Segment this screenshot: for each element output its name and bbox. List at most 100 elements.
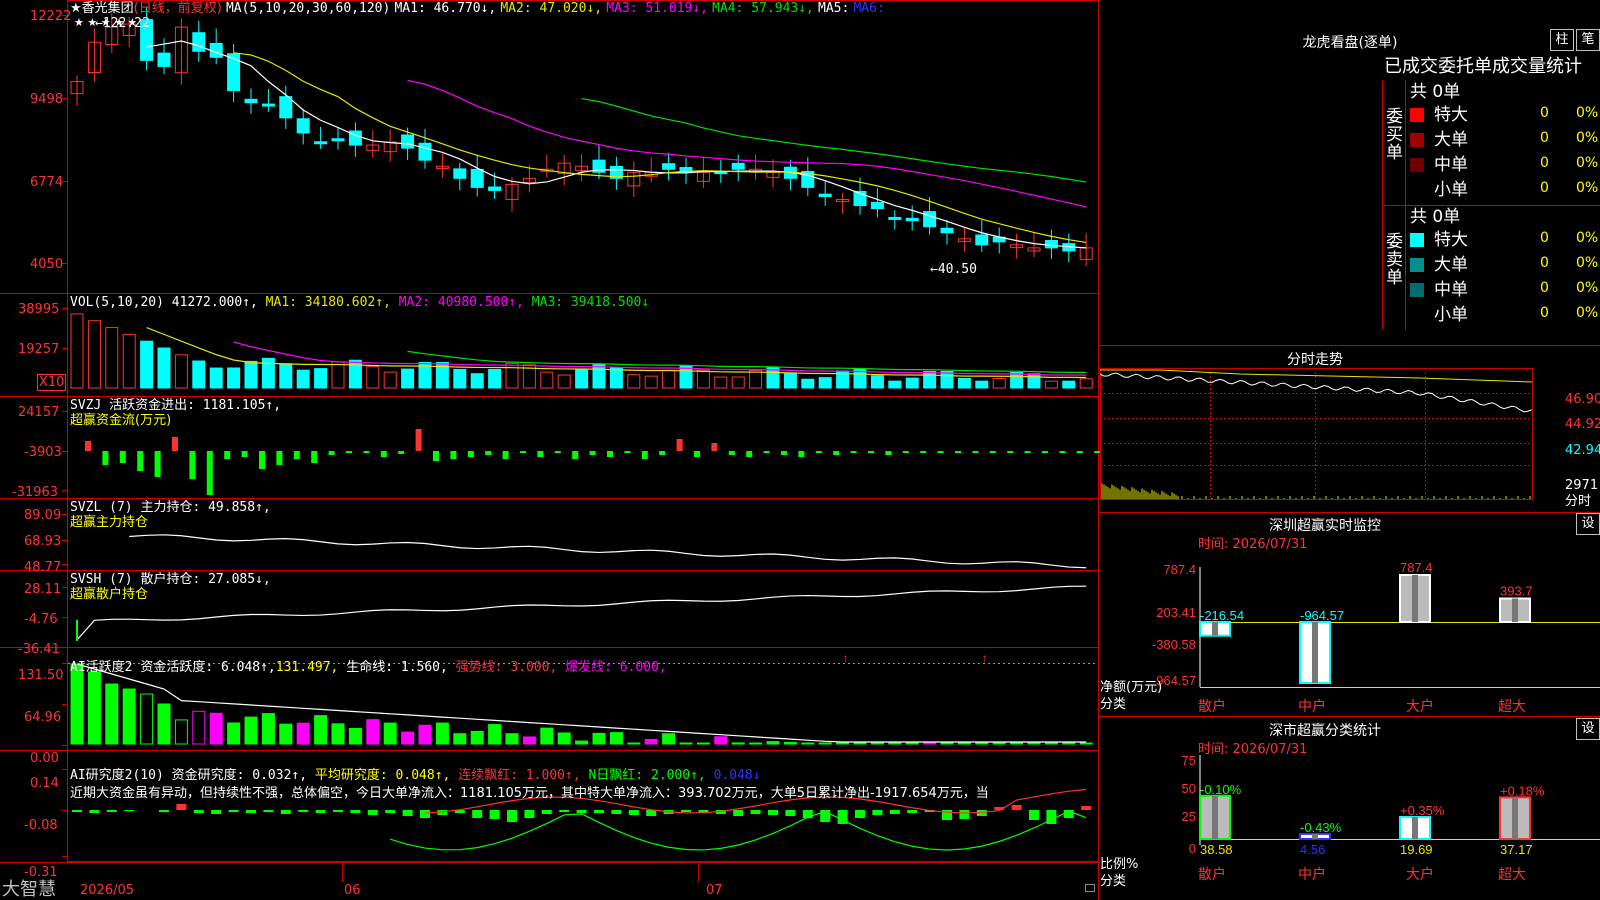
- volume-bar: [783, 372, 797, 389]
- fund-flow-bar: [520, 451, 526, 453]
- svzj-axis-3: -31963: [12, 485, 59, 500]
- date-label-2: 06: [344, 883, 361, 898]
- fund-flow-bar: [328, 451, 335, 455]
- activity-bar: [766, 741, 780, 745]
- activity-bar: [696, 742, 710, 745]
- stock-terminal: ↑↑↑ ★香光集团(日线，前复权) MA(5,10,20,30,60,120) …: [0, 0, 1600, 900]
- activity-bar: [679, 742, 693, 745]
- svzj-axis-1: 24157: [18, 405, 60, 420]
- fund-flow-bar: [885, 451, 892, 455]
- fund-flow-bar: [659, 451, 666, 455]
- sell-total: 共 0单: [1410, 207, 1461, 227]
- lock-icon[interactable]: [1085, 884, 1095, 892]
- ai2-axis-3: -0.31: [24, 865, 58, 880]
- svzl-axis-2: 68.93: [24, 534, 62, 549]
- volume-bar: [1044, 380, 1058, 389]
- activity-bar: [157, 703, 171, 745]
- price-axis-1: 12222: [30, 9, 72, 24]
- classify-settings-button[interactable]: 设: [1576, 718, 1600, 740]
- volume-bar: [696, 369, 710, 389]
- activity-bar: [505, 733, 519, 745]
- candle-body: [279, 96, 293, 119]
- up-arrow-marker: ↑: [843, 651, 849, 665]
- ma5-value: MA5:: [818, 1, 850, 16]
- candle-body: [662, 163, 676, 170]
- research-bar: [907, 810, 918, 813]
- fund-flow-bar: [572, 451, 579, 459]
- fund-flow-bar: [154, 451, 161, 477]
- classify-ylabel: 比例%: [1100, 857, 1139, 872]
- activity-bar: [348, 727, 362, 745]
- candle-body: [923, 211, 937, 228]
- stock-name[interactable]: ★香光集团: [70, 1, 134, 16]
- fund-flow-bar: [293, 451, 300, 459]
- ai1-axis-1: 131.50: [18, 668, 64, 683]
- fund-flow-bar: [815, 451, 822, 453]
- volume-bar: [818, 377, 832, 389]
- ai2-avg: 平均研究度: 0.048↑,: [314, 768, 451, 783]
- buy-row-swatch: [1410, 108, 1424, 122]
- activity-bar: [662, 733, 676, 745]
- ratio-bar-chart: 75 50 25 0 -0.10% 38.58 散户 -0.43% 4.56 中户 +0.35% 19…: [1182, 755, 1600, 882]
- candle-body: [331, 138, 345, 142]
- research-bar: [889, 810, 900, 814]
- ai2-comment: 近期大资金虽有异动，但持续性不强，总体偏空，今日大单净流入：1181.105万元…: [70, 786, 989, 801]
- research-bar: [280, 810, 291, 814]
- volume-bar: [209, 367, 223, 389]
- svsh-axis-3: -36.41: [18, 642, 60, 657]
- svzj-axis-2: -3903: [24, 445, 62, 460]
- activity-bar: [453, 733, 467, 745]
- monitor-category-label: 大户: [1406, 698, 1434, 714]
- research-bar: [350, 810, 361, 813]
- ai1-axis-3: 0.00: [30, 751, 59, 766]
- fund-flow-bar: [850, 451, 857, 453]
- classify-value-label: 4.56: [1300, 842, 1325, 857]
- activity-bar: [70, 663, 84, 745]
- research-bar: [489, 810, 500, 819]
- monitor-settings-button[interactable]: 设: [1576, 513, 1600, 535]
- fund-flow-bar: [398, 451, 405, 454]
- svsh-header: SVSH (7) 散户持仓: 27.085↓,: [70, 572, 271, 587]
- research-bar: [576, 810, 587, 813]
- main-chart-area[interactable]: ↑↑↑: [0, 0, 1100, 900]
- fund-flow-bar: [502, 451, 509, 459]
- lhb-tab-title[interactable]: 已成交委托单成交量统计: [1384, 56, 1600, 78]
- research-bar: [646, 810, 657, 816]
- fund-flow-bar: [450, 451, 457, 459]
- research-bar: [333, 810, 343, 812]
- activity-bar: [244, 716, 258, 745]
- activity-bar: [557, 732, 571, 745]
- lhb-title: 龙虎看盘(逐单): [1302, 35, 1398, 51]
- stock-period[interactable]: (日线，前复权): [134, 1, 222, 16]
- ai2-axis-2: -0.08: [24, 818, 58, 833]
- candle-body: [192, 32, 206, 52]
- svzj-name: SVZJ: [70, 398, 102, 413]
- vol-value: 41272.000↑,: [171, 295, 258, 310]
- buy-total: 共 0单: [1410, 82, 1461, 102]
- vol-unit-badge[interactable]: X10: [37, 374, 67, 391]
- volume-bar: [105, 327, 119, 389]
- ma2-value: MA2: 47.020↓,: [500, 1, 603, 16]
- activity-bar: [331, 723, 345, 745]
- svzl-desc: 主力持仓: 49.858↑,: [140, 500, 271, 515]
- volume-bar: [140, 340, 154, 389]
- activity-bar: [975, 742, 989, 745]
- activity-bar: [174, 719, 188, 745]
- candle-body: [244, 98, 258, 104]
- activity-bar: [314, 715, 328, 745]
- price-axis-4: 4050: [30, 257, 64, 272]
- research-bar: [559, 810, 570, 812]
- volume-bar: [70, 313, 84, 389]
- bar-mode-button[interactable]: 柱: [1550, 29, 1574, 51]
- activity-bar: [609, 732, 623, 745]
- activity-bar: [992, 742, 1006, 745]
- activity-bar: [783, 741, 797, 745]
- monitor-xlabel: 分类: [1100, 697, 1127, 712]
- tick-mode-button[interactable]: 笔: [1576, 29, 1600, 51]
- volume-bar: [366, 366, 380, 389]
- candle-body: [261, 103, 275, 107]
- app-logo[interactable]: 大智慧: [2, 880, 56, 900]
- monitor-bar-shade: [1412, 575, 1418, 622]
- intraday-chart[interactable]: [1100, 368, 1600, 513]
- classify-value-label: 37.17: [1500, 842, 1533, 857]
